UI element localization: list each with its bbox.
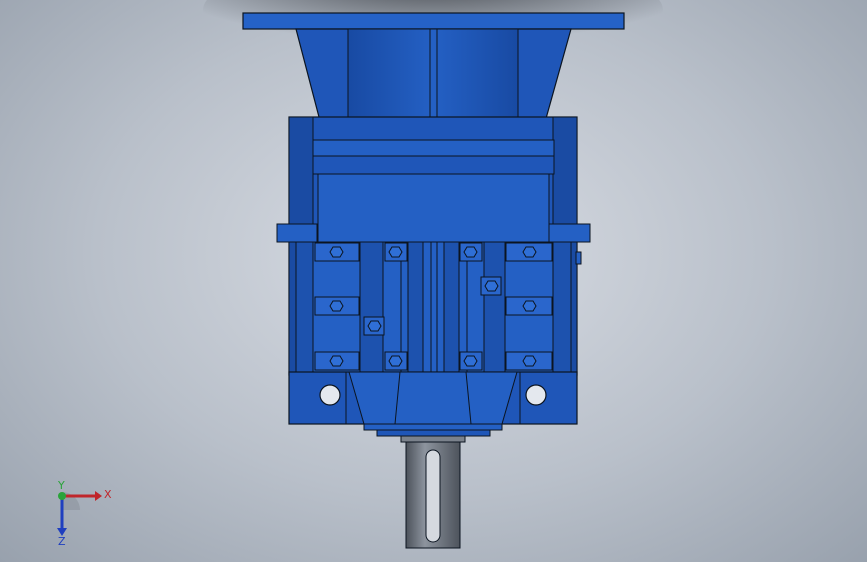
gearbox-3d-model[interactable] (0, 0, 867, 562)
side-bracket-right (548, 223, 591, 243)
foot-hole-left (319, 384, 341, 406)
x-axis-label: X (104, 488, 112, 501)
shaft-keyway (425, 449, 441, 543)
z-axis-label: Z (58, 535, 66, 548)
foot-hole-right (525, 384, 547, 406)
gear-cover (317, 173, 550, 243)
output-hub-cone (348, 371, 518, 425)
upper-plate (312, 139, 555, 157)
y-axis-label: Y (57, 479, 65, 492)
graphics-viewport[interactable]: X Y Z (0, 0, 867, 562)
output-seal (376, 429, 491, 437)
y-axis-dot (58, 492, 66, 500)
top-flange-plate (242, 12, 625, 30)
output-flange (363, 423, 503, 431)
side-plug (575, 251, 582, 265)
x-axis-arrowhead (95, 491, 102, 501)
shaft-collar (400, 435, 466, 443)
upper-plate-lower (312, 155, 555, 175)
orientation-triad: X Y Z (57, 479, 112, 548)
side-bracket-left (276, 223, 318, 243)
